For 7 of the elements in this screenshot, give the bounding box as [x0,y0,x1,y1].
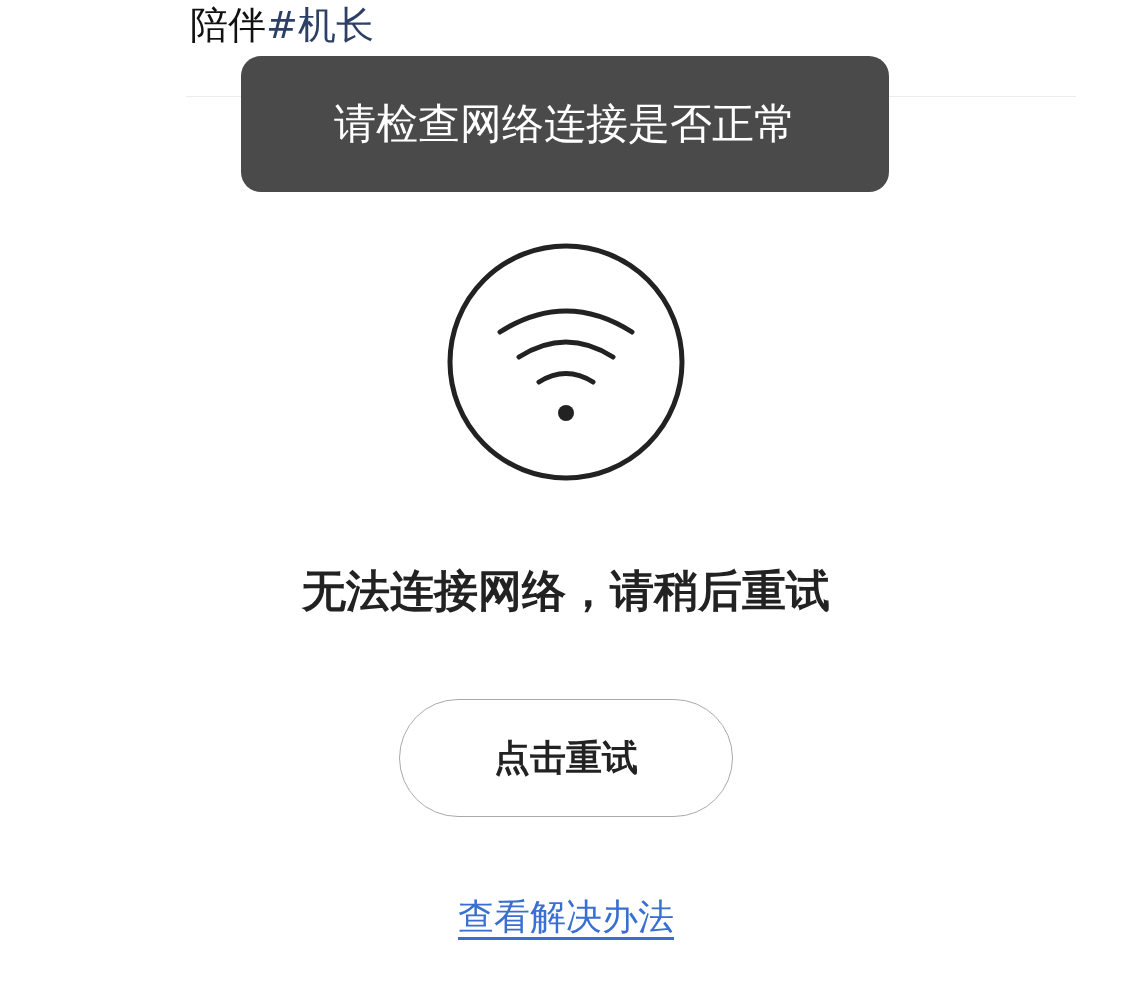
help-link[interactable]: 查看解决办法 [458,893,674,942]
hashtag-link[interactable]: #机长 [266,0,374,50]
error-heading: 无法连接网络，请稍后重试 [302,564,830,618]
toast: 请检查网络连接是否正常 [241,56,889,192]
wifi-icon [446,242,686,482]
post-title: 陪伴 [190,2,266,49]
retry-button[interactable]: 点击重试 [399,699,733,817]
